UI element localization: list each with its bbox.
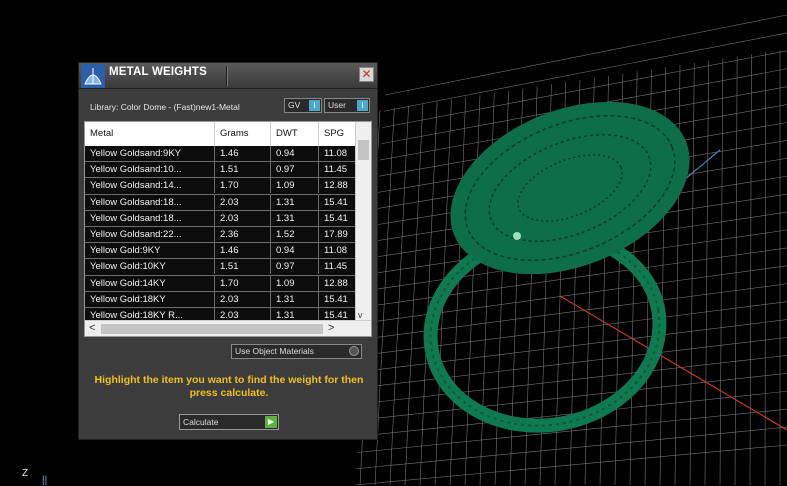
cell-dwt: 1.09 <box>271 178 319 193</box>
table-row[interactable]: Yellow Goldsand:18...2.031.3115.41 <box>85 211 356 227</box>
cell-grams: 1.70 <box>215 276 271 291</box>
cell-dwt: 1.31 <box>271 211 319 226</box>
horizontal-scroll-thumb[interactable] <box>101 324 323 334</box>
user-toggle[interactable]: User I <box>324 98 370 113</box>
header-dwt[interactable]: DWT <box>271 122 319 146</box>
cell-metal: Yellow Gold:18KY <box>85 292 215 307</box>
vertical-scrollbar[interactable]: v <box>355 122 371 322</box>
cell-metal: Yellow Goldsand:18... <box>85 211 215 226</box>
use-object-materials-label: Use Object Materials <box>235 346 314 356</box>
scroll-right-arrow-icon[interactable]: > <box>328 322 334 334</box>
close-button[interactable]: ✕ <box>359 67 374 82</box>
cell-spg: 15.41 <box>319 195 356 210</box>
scroll-down-arrow-icon[interactable]: v <box>358 310 363 320</box>
cell-spg: 11.08 <box>319 146 356 161</box>
table-body: Yellow Goldsand:9KY1.460.9411.08Yellow G… <box>85 146 356 324</box>
cell-metal: Yellow Gold:10KY <box>85 259 215 274</box>
header-metal[interactable]: Metal <box>85 122 215 146</box>
cell-metal: Yellow Goldsand:10... <box>85 162 215 177</box>
gv-toggle[interactable]: GV I <box>284 98 322 113</box>
table-row[interactable]: Yellow Gold:14KY1.701.0912.88 <box>85 276 356 292</box>
cell-dwt: 0.97 <box>271 259 319 274</box>
cell-spg: 11.08 <box>319 243 356 258</box>
gv-toggle-knob[interactable]: I <box>309 100 320 111</box>
table-row[interactable]: Yellow Goldsand:22...2.361.5217.89 <box>85 227 356 243</box>
table-row[interactable]: Yellow Gold:10KY1.510.9711.45 <box>85 259 356 275</box>
cell-metal: Yellow Goldsand:18... <box>85 195 215 210</box>
cell-grams: 2.03 <box>215 292 271 307</box>
table-row[interactable]: Yellow Goldsand:9KY1.460.9411.08 <box>85 146 356 162</box>
axis-z-label: Z <box>22 468 28 479</box>
cell-spg: 11.45 <box>319 162 356 177</box>
header-grams[interactable]: Grams <box>215 122 271 146</box>
dome-logo-icon <box>81 64 105 88</box>
calculate-label: Calculate <box>183 417 218 427</box>
cell-metal: Yellow Goldsand:14... <box>85 178 215 193</box>
table-row[interactable]: Yellow Gold:18KY2.031.3115.41 <box>85 292 356 308</box>
use-object-materials-toggle[interactable]: Use Object Materials <box>231 344 362 359</box>
cell-spg: 17.89 <box>319 227 356 242</box>
table-row[interactable]: Yellow Goldsand:10...1.510.9711.45 <box>85 162 356 178</box>
calculate-button[interactable]: Calculate ▶ <box>179 414 279 430</box>
scroll-left-arrow-icon[interactable]: < <box>89 322 95 334</box>
ring-model[interactable] <box>415 69 715 444</box>
cell-spg: 12.88 <box>319 178 356 193</box>
cell-grams: 1.51 <box>215 162 271 177</box>
play-arrow-icon[interactable]: ▶ <box>265 416 277 428</box>
cell-dwt: 0.94 <box>271 146 319 161</box>
cell-dwt: 0.97 <box>271 162 319 177</box>
gv-toggle-label: GV <box>288 100 300 110</box>
cell-dwt: 0.94 <box>271 243 319 258</box>
cell-grams: 1.51 <box>215 259 271 274</box>
cell-grams: 1.46 <box>215 146 271 161</box>
panel-titlebar[interactable]: METAL WEIGHTS ✕ <box>79 63 377 89</box>
cell-spg: 15.41 <box>319 211 356 226</box>
cell-grams: 1.70 <box>215 178 271 193</box>
cell-spg: 12.88 <box>319 276 356 291</box>
header-spg[interactable]: SPG <box>319 122 356 146</box>
cell-dwt: 1.31 <box>271 195 319 210</box>
radio-dot-icon[interactable] <box>349 346 359 356</box>
cell-metal: Yellow Gold:9KY <box>85 243 215 258</box>
cell-dwt: 1.09 <box>271 276 319 291</box>
cell-grams: 2.03 <box>215 211 271 226</box>
library-label: Library: Color Dome - (Fast)new1-Metal <box>90 102 240 112</box>
user-toggle-knob[interactable]: I <box>357 100 368 111</box>
cell-grams: 2.03 <box>215 195 271 210</box>
cell-spg: 11.45 <box>319 259 356 274</box>
user-toggle-label: User <box>328 100 346 110</box>
cell-metal: Yellow Goldsand:9KY <box>85 146 215 161</box>
metal-table[interactable]: Metal Grams DWT SPG Yellow Goldsand:9KY1… <box>84 121 372 337</box>
horizontal-scrollbar[interactable]: < > <box>85 320 371 336</box>
table-row[interactable]: Yellow Goldsand:18...2.031.3115.41 <box>85 195 356 211</box>
panel-title: METAL WEIGHTS <box>109 66 207 78</box>
cell-metal: Yellow Gold:14KY <box>85 276 215 291</box>
cell-dwt: 1.31 <box>271 292 319 307</box>
vertical-scroll-thumb[interactable] <box>358 140 369 160</box>
cell-spg: 15.41 <box>319 292 356 307</box>
cell-grams: 1.46 <box>215 243 271 258</box>
metal-weights-panel: METAL WEIGHTS ✕ Library: Color Dome - (F… <box>78 62 378 440</box>
cell-dwt: 1.52 <box>271 227 319 242</box>
instruction-text: Highlight the item you want to find the … <box>89 374 369 400</box>
table-row[interactable]: Yellow Goldsand:14...1.701.0912.88 <box>85 178 356 194</box>
table-header: Metal Grams DWT SPG <box>85 122 356 147</box>
title-tab-divider <box>226 66 228 86</box>
cell-metal: Yellow Goldsand:22... <box>85 227 215 242</box>
cell-grams: 2.36 <box>215 227 271 242</box>
table-row[interactable]: Yellow Gold:9KY1.460.9411.08 <box>85 243 356 259</box>
axis-marker: || <box>42 475 47 486</box>
